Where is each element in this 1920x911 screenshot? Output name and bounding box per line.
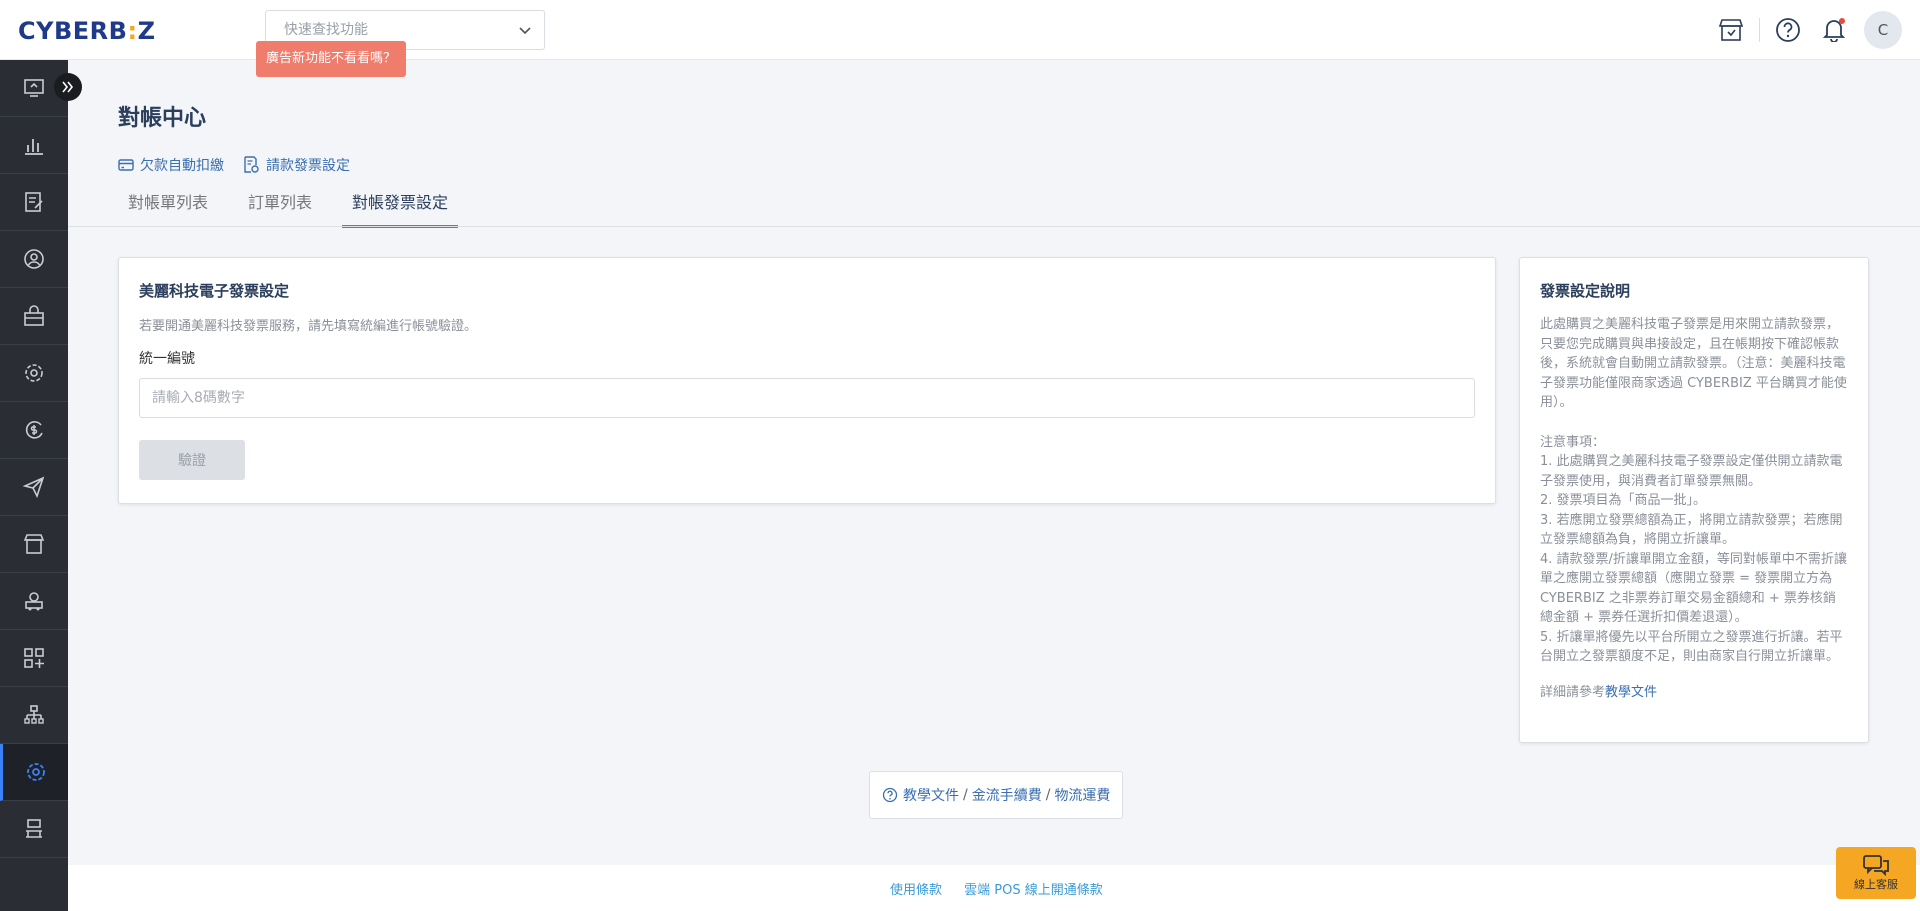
page-footer: 使用條款 雲端 POS 線上開通條款 — [68, 865, 1920, 911]
invoice-settings-card: 美麗科技電子發票設定 若要開通美麗科技發票服務，請先填寫統編進行帳號驗證。 統一… — [118, 257, 1496, 504]
invoice-help-card: 發票設定說明 此處購買之美麗科技電子發票是用來開立請款發票，只要您完成購買與串接… — [1519, 257, 1869, 743]
help-card-title: 發票設定說明 — [1540, 282, 1631, 300]
online-support-label: 線上客服 — [1854, 878, 1898, 891]
credit-card-icon — [118, 159, 134, 171]
pos-terms-link[interactable]: 雲端 POS 線上開通條款 — [964, 883, 1103, 898]
sidebar — [0, 60, 68, 911]
sidebar-item-organization[interactable] — [0, 687, 68, 744]
tax-id-label: 統一編號 — [139, 351, 195, 367]
doc-links-box: 教學文件 / 金流手續費 / 物流運費 — [869, 771, 1124, 819]
sidebar-item-orders[interactable] — [0, 174, 68, 231]
sidebar-item-reports[interactable] — [0, 117, 68, 174]
sidebar-expand-button[interactable] — [54, 73, 82, 101]
online-support-button[interactable]: 線上客服 — [1836, 847, 1916, 899]
top-icon-group: C — [1703, 11, 1902, 49]
store-icon[interactable] — [1713, 12, 1749, 48]
chart-icon — [25, 139, 43, 155]
note-item: 1. 此處購買之美麗科技電子發票設定僅供開立請款電子發票使用，與消費者訂單發票無… — [1540, 454, 1843, 489]
divider — [1759, 18, 1760, 42]
apps-icon — [24, 648, 44, 668]
card-title: 美麗科技電子發票設定 — [139, 282, 290, 300]
tab-bar: 對帳單列表 訂單列表 對帳發票設定 — [118, 188, 478, 228]
note-item: 2. 發票項目為「商品一批」。 — [1540, 493, 1707, 508]
org-icon — [24, 705, 44, 724]
auto-debit-link[interactable]: 欠款自動扣繳 — [118, 155, 224, 175]
notification-bell-icon[interactable] — [1816, 12, 1852, 48]
page-title: 對帳中心 — [118, 106, 207, 131]
settings-icon — [26, 763, 45, 781]
terms-link[interactable]: 使用條款 — [890, 883, 942, 898]
verify-button[interactable]: 驗證 — [139, 440, 245, 480]
separator: / — [963, 787, 968, 803]
double-chevron-right-icon — [62, 81, 74, 93]
help-notes: 注意事項： 1. 此處購買之美麗科技電子發票設定僅供開立請款電子發票使用，與消費… — [1540, 433, 1848, 667]
chat-bubbles-icon — [1863, 855, 1889, 876]
help-circle-icon — [882, 787, 898, 803]
invoice-settings-label: 請款發票設定 — [266, 158, 350, 174]
notification-dot — [1839, 18, 1845, 24]
help-paragraph: 此處購買之美麗科技電子發票是用來開立請款發票，只要您完成購買與串接設定，且在帳期… — [1540, 317, 1847, 410]
sublink-row: 欠款自動扣繳 請款發票設定 — [118, 155, 368, 175]
pos-icon — [26, 819, 42, 838]
doc-link-shipping-fees[interactable]: 物流運費 — [1054, 785, 1110, 805]
tabs-divider — [68, 226, 1920, 227]
tab-invoice-settings[interactable]: 對帳發票設定 — [342, 188, 459, 228]
avatar[interactable]: C — [1864, 11, 1902, 49]
footer-links: 使用條款 雲端 POS 線上開通條款 — [890, 879, 1121, 898]
sidebar-item-apps[interactable] — [0, 630, 68, 687]
tab-order-list[interactable]: 訂單列表 — [238, 188, 322, 228]
sidebar-item-store[interactable] — [0, 516, 68, 573]
customer-icon — [24, 249, 44, 269]
notes-title: 注意事項： — [1540, 434, 1606, 450]
sidebar-item-customers[interactable] — [0, 231, 68, 288]
dashboard-icon — [24, 79, 44, 97]
invoice-settings-icon — [244, 156, 259, 173]
sidebar-item-delivery[interactable] — [0, 573, 68, 630]
delivery-icon — [25, 592, 43, 611]
marketing-send-icon — [23, 476, 45, 498]
note-item: 5. 折讓單將優先以平台所開立之發票進行折讓。若平台開立之發票額度不足，則由商家… — [1540, 629, 1843, 665]
tax-id-input[interactable] — [139, 378, 1475, 418]
finance-icon — [25, 421, 43, 439]
sidebar-item-marketing[interactable] — [0, 459, 68, 516]
auto-debit-label: 欠款自動扣繳 — [140, 158, 224, 174]
help-footer-prefix: 詳細請參考 — [1540, 684, 1606, 700]
cyberbiz-logo[interactable]: CYBERB:Z — [18, 17, 155, 45]
separator: / — [1045, 787, 1051, 803]
note-item: 4. 請款發票/折讓單開立金額，等同對帳單中不需折讓單之應開立發票總額（應開立發… — [1540, 551, 1847, 626]
products-icon — [24, 305, 44, 326]
settings-gear-icon — [25, 364, 43, 382]
tab-statement-list[interactable]: 對帳單列表 — [118, 188, 218, 228]
tutorial-link[interactable]: 教學文件 — [1605, 685, 1657, 700]
orders-icon — [25, 192, 43, 212]
help-icon[interactable] — [1770, 12, 1806, 48]
chevron-down-icon — [519, 27, 531, 35]
main-content: 對帳中心 欠款自動扣繳 請款發票設定 對帳單列表 訂單列表 對帳發票設定 美麗科… — [68, 60, 1920, 911]
invoice-settings-link[interactable]: 請款發票設定 — [242, 155, 350, 175]
sidebar-item-finance[interactable] — [0, 402, 68, 459]
sidebar-item-products[interactable] — [0, 288, 68, 345]
sidebar-item-pos[interactable] — [0, 801, 68, 858]
sidebar-item-settings[interactable] — [0, 744, 68, 801]
doc-link-tutorial[interactable]: 教學文件 — [903, 785, 959, 805]
sidebar-item-settings-general[interactable] — [0, 345, 68, 402]
card-description: 若要開通美麗科技發票服務，請先填寫統編進行帳號驗證。 — [139, 319, 478, 334]
doc-link-payment-fees[interactable]: 金流手續費 — [972, 785, 1042, 805]
note-item: 3. 若應開立發票總額為正，將開立請款發票；若應開立發票總額為負，將開立折讓單。 — [1540, 512, 1843, 548]
help-footer: 詳細請參考教學文件 — [1540, 681, 1848, 700]
store-icon — [23, 534, 45, 554]
